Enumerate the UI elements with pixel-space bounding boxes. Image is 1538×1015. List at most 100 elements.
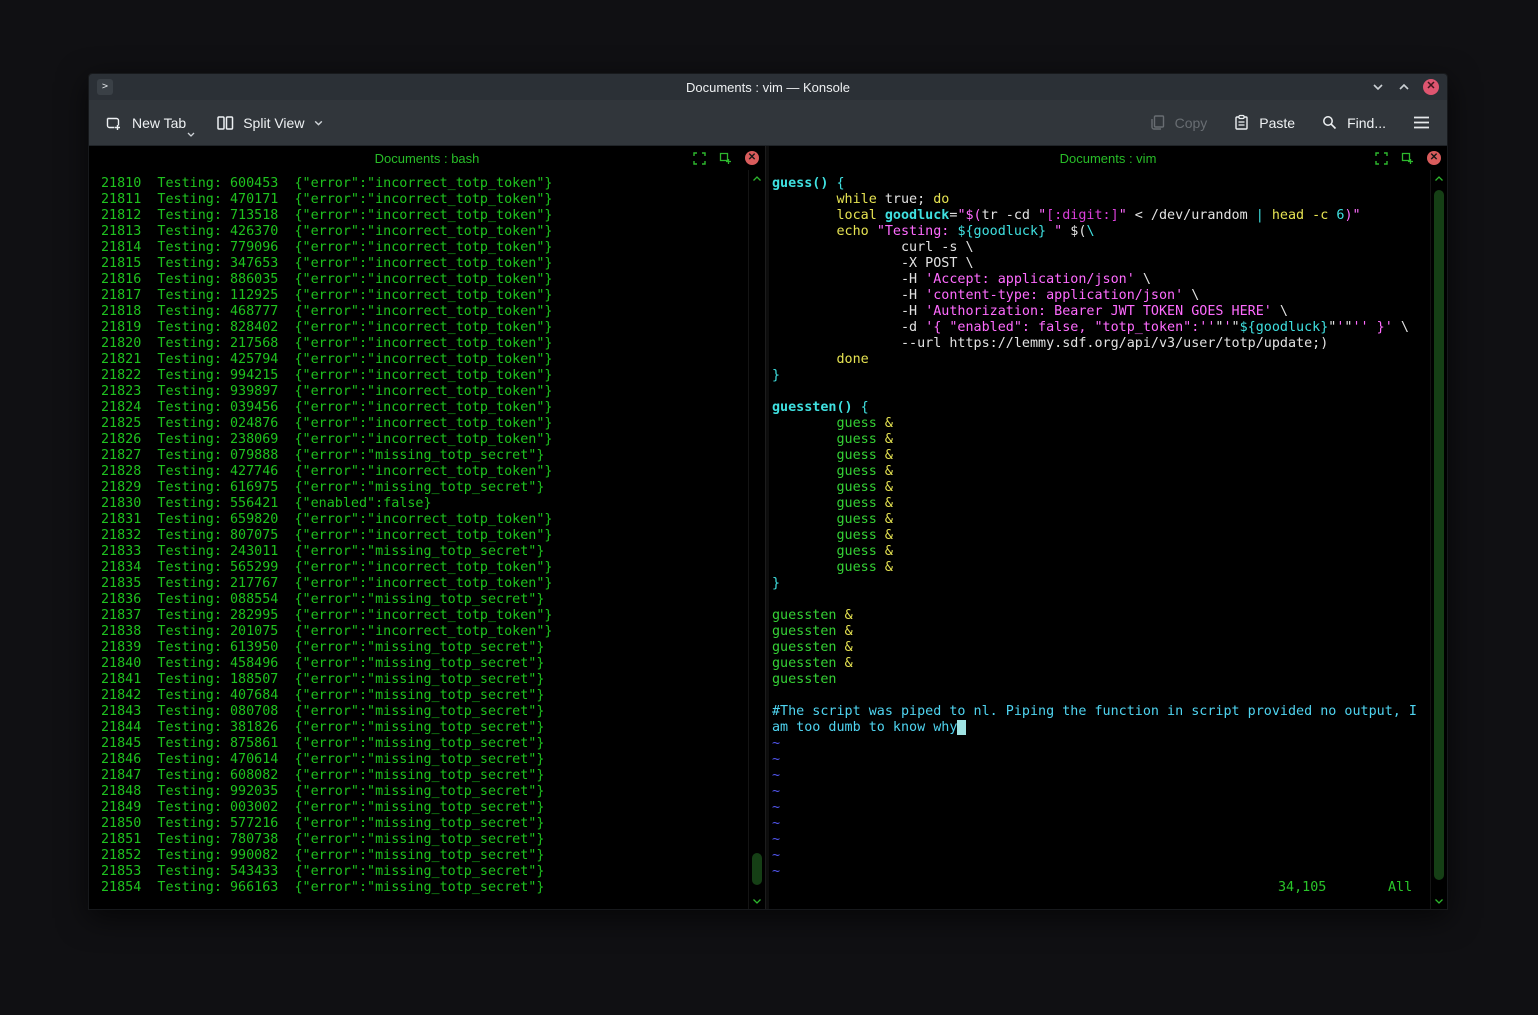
konsole-window: > Documents : vim — Konsole ✕ New Tab (88, 73, 1448, 910)
vim-line: -X POST \ (772, 256, 1430, 272)
terminal-output-line: 21845 Testing: 875861 {"error":"missing_… (101, 736, 748, 752)
menu-button[interactable] (1412, 115, 1431, 130)
chevron-down-icon (186, 131, 196, 138)
terminal-output-line: 21834 Testing: 565299 {"error":"incorrec… (101, 560, 748, 576)
vim-scrollbar[interactable] (1430, 170, 1447, 909)
terminal-output-line: 21818 Testing: 468777 {"error":"incorrec… (101, 304, 748, 320)
new-tab-icon (105, 114, 123, 132)
terminal-output-line: 21824 Testing: 039456 {"error":"incorrec… (101, 400, 748, 416)
vim-line: guess & (772, 480, 1430, 496)
maximize-button[interactable] (1397, 80, 1411, 94)
close-pane-icon[interactable]: ✕ (1427, 151, 1441, 165)
terminal-output-line: 21811 Testing: 470171 {"error":"incorrec… (101, 192, 748, 208)
scrollbar-handle[interactable] (1434, 190, 1444, 880)
titlebar[interactable]: > Documents : vim — Konsole ✕ (89, 74, 1447, 100)
terminal-output-line: 21851 Testing: 780738 {"error":"missing_… (101, 832, 748, 848)
paste-icon (1233, 114, 1250, 131)
vim-line: -H 'content-type: application/json' \ (772, 288, 1430, 304)
terminal-output-line: 21839 Testing: 613950 {"error":"missing_… (101, 640, 748, 656)
scrollbar-handle[interactable] (752, 853, 762, 885)
tilde-marker: ~ (772, 768, 780, 783)
terminal-output-line: 21841 Testing: 188507 {"error":"missing_… (101, 672, 748, 688)
find-button[interactable]: Find... (1321, 114, 1386, 131)
terminal-output-line: 21852 Testing: 990082 {"error":"missing_… (101, 848, 748, 864)
vim-line: guess & (772, 512, 1430, 528)
vim-line: curl -s \ (772, 240, 1430, 256)
terminal-output-line: 21850 Testing: 577216 {"error":"missing_… (101, 816, 748, 832)
terminal-output-line: 21840 Testing: 458496 {"error":"missing_… (101, 656, 748, 672)
hamburger-icon (1412, 115, 1431, 130)
vim-line: guessten (772, 672, 1430, 688)
vim-line: guessten & (772, 624, 1430, 640)
vim-line: #The script was piped to nl. Piping the … (772, 704, 1430, 720)
pane-vim-header: Documents : vim ✕ (769, 146, 1447, 170)
close-pane-icon[interactable]: ✕ (745, 151, 759, 165)
scroll-down-button[interactable] (1431, 895, 1447, 907)
split-pane-icon[interactable] (719, 152, 732, 165)
terminal-output-line: 21823 Testing: 939897 {"error":"incorrec… (101, 384, 748, 400)
scroll-up-button[interactable] (1431, 172, 1447, 184)
terminal-output-line: 21810 Testing: 600453 {"error":"incorrec… (101, 176, 748, 192)
pane-bash-title: Documents : bash (375, 151, 480, 166)
vim-line: am too dumb to know why (772, 720, 1430, 736)
vim-empty-line: ~ (772, 736, 1430, 752)
minimize-button[interactable] (1371, 80, 1385, 94)
terminal-output-line: 21837 Testing: 282995 {"error":"incorrec… (101, 608, 748, 624)
bash-output[interactable]: 21810 Testing: 600453 {"error":"incorrec… (89, 170, 748, 909)
bash-scrollbar[interactable] (748, 170, 765, 909)
vim-line: echo "Testing: ${goodluck} " $(\ (772, 224, 1430, 240)
vim-empty-line: ~ (772, 752, 1430, 768)
terminal-output-line: 21830 Testing: 556421 {"enabled":false} (101, 496, 748, 512)
terminal-output-line: 21816 Testing: 886035 {"error":"incorrec… (101, 272, 748, 288)
vim-line: guess & (772, 544, 1430, 560)
vim-line: guessten & (772, 656, 1430, 672)
vim-cursor (957, 720, 965, 735)
terminal-output-line: 21827 Testing: 079888 {"error":"missing_… (101, 448, 748, 464)
terminal-output-line: 21849 Testing: 003002 {"error":"missing_… (101, 800, 748, 816)
terminal-output-line: 21821 Testing: 425794 {"error":"incorrec… (101, 352, 748, 368)
vim-line: local goodluck="$(tr -cd "[:digit:]" < /… (772, 208, 1430, 224)
copy-icon (1149, 114, 1166, 131)
scroll-up-button[interactable] (749, 172, 765, 184)
vim-empty-line: ~ (772, 864, 1430, 880)
vim-ruler: 34,105All (772, 880, 1430, 896)
scroll-down-button[interactable] (749, 895, 765, 907)
vim-line: guess() { (772, 176, 1430, 192)
vim-line: --url https://lemmy.sdf.org/api/v3/user/… (772, 336, 1430, 352)
split-view-button[interactable]: Split View (216, 114, 324, 132)
search-icon (1321, 114, 1338, 131)
vim-line: guess & (772, 416, 1430, 432)
close-button[interactable]: ✕ (1423, 79, 1439, 95)
terminal-output-line: 21838 Testing: 201075 {"error":"incorrec… (101, 624, 748, 640)
konsole-app-icon: > (97, 79, 113, 95)
tilde-marker: ~ (772, 848, 780, 863)
split-pane-icon[interactable] (1401, 152, 1414, 165)
terminal-output-line: 21819 Testing: 828402 {"error":"incorrec… (101, 320, 748, 336)
vim-line: -H 'Authorization: Bearer JWT TOKEN GOES… (772, 304, 1430, 320)
window-title: Documents : vim — Konsole (89, 80, 1447, 95)
vim-line (772, 688, 1430, 704)
vim-empty-line: ~ (772, 832, 1430, 848)
pane-bash-header: Documents : bash ✕ (89, 146, 765, 170)
vim-line: } (772, 368, 1430, 384)
vim-empty-line: ~ (772, 784, 1430, 800)
terminal-output-line: 21829 Testing: 616975 {"error":"missing_… (101, 480, 748, 496)
terminal-output-line: 21854 Testing: 966163 {"error":"missing_… (101, 880, 748, 896)
terminal-output-line: 21832 Testing: 807075 {"error":"incorrec… (101, 528, 748, 544)
vim-line: -H 'Accept: application/json' \ (772, 272, 1430, 288)
pane-bash: Documents : bash ✕ 21810 Testing: 600453… (89, 146, 765, 909)
maximize-pane-icon[interactable] (1375, 152, 1388, 165)
split-view-icon (216, 114, 234, 132)
terminal-output-line: 21822 Testing: 994215 {"error":"incorrec… (101, 368, 748, 384)
maximize-pane-icon[interactable] (693, 152, 706, 165)
vim-editor[interactable]: guess() { while true; do local goodluck=… (769, 170, 1430, 909)
paste-button[interactable]: Paste (1233, 114, 1295, 131)
new-tab-button[interactable]: New Tab (105, 114, 186, 132)
terminal-output-line: 21833 Testing: 243011 {"error":"missing_… (101, 544, 748, 560)
vim-line: guess & (772, 448, 1430, 464)
terminal-output-line: 21844 Testing: 381826 {"error":"missing_… (101, 720, 748, 736)
vim-line (772, 384, 1430, 400)
vim-empty-line: ~ (772, 848, 1430, 864)
scroll-position-indicator: All (1388, 880, 1412, 896)
vim-line: guessten & (772, 608, 1430, 624)
